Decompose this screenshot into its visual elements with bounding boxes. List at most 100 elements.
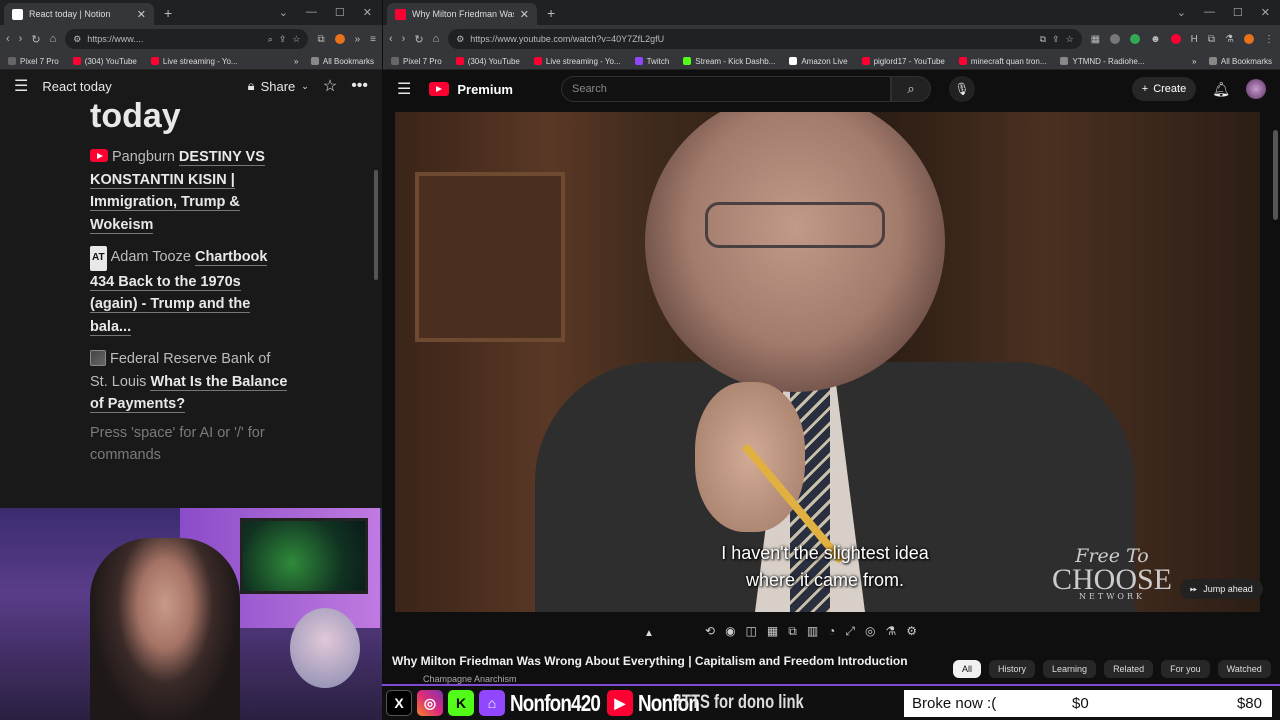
instagram-icon: ◎	[417, 690, 443, 716]
avatar[interactable]	[1246, 79, 1266, 99]
chip-related[interactable]: Related	[1104, 660, 1154, 678]
bookmark-item[interactable]: Pixel 7 Pro	[391, 57, 442, 66]
favorite-star-icon[interactable]: ☆	[323, 76, 337, 96]
home-icon[interactable]: ⌂	[50, 33, 57, 45]
bookmark-item[interactable]: Live streaming - Yo...	[150, 57, 238, 66]
puzzle-icon[interactable]: ⧉	[1208, 34, 1215, 45]
screenshot-icon[interactable]: ◎	[865, 624, 875, 639]
chip-all[interactable]: All	[953, 660, 982, 678]
extension-icon[interactable]: ☻	[1150, 34, 1161, 45]
close-tab-icon[interactable]: ✕	[520, 8, 529, 21]
bookmark-star-icon[interactable]: ☆	[292, 34, 300, 45]
bookmark-item[interactable]: Pixel 7 Pro	[8, 57, 59, 66]
all-bookmarks[interactable]: » All Bookmarks	[294, 57, 374, 66]
maximize-icon[interactable]: ☐	[335, 6, 345, 19]
bookmark-item[interactable]: Stream - Kick Dashb...	[683, 57, 775, 66]
search-input[interactable]: Search	[560, 76, 891, 102]
profile-icon[interactable]	[1244, 33, 1254, 44]
page-title[interactable]: today	[90, 96, 292, 136]
extension-icon[interactable]: ▦	[1091, 34, 1100, 45]
audio-icon[interactable]: ◉	[725, 624, 735, 639]
extension-icon[interactable]: H	[1191, 34, 1198, 45]
gear-icon[interactable]: ⚙	[906, 624, 917, 639]
reload-icon[interactable]: ↻	[414, 33, 423, 46]
scrollbar[interactable]	[374, 170, 378, 280]
bookmark-item[interactable]: YTMND - Radiohe...	[1060, 57, 1145, 66]
bookmark-item[interactable]: piglord17 - YouTube	[861, 57, 945, 66]
bookmark-item[interactable]: Twitch	[634, 57, 669, 66]
guide-menu-icon[interactable]: ☰	[397, 79, 411, 99]
cinema-icon[interactable]: ◫	[746, 624, 757, 639]
extension-icon[interactable]	[1130, 33, 1141, 44]
bookmark-item[interactable]: Amazon Live	[789, 57, 848, 66]
chip-watched[interactable]: Watched	[1217, 660, 1271, 678]
close-window-icon[interactable]: ✕	[363, 6, 372, 19]
youtube-extension-icon[interactable]	[1170, 33, 1181, 44]
menu-icon[interactable]: ≡	[370, 34, 376, 45]
create-button[interactable]: + Create	[1131, 77, 1197, 101]
bookmark-star-icon[interactable]: ☆	[1066, 34, 1074, 45]
sidebar-toggle-icon[interactable]: ☰	[14, 76, 28, 96]
close-window-icon[interactable]: ✕	[1261, 6, 1270, 19]
bookmark-item[interactable]: minecraft quan tron...	[958, 57, 1046, 66]
share-button[interactable]: 🔒︎ Share ⌄	[248, 78, 309, 94]
new-tab-icon[interactable]: +	[547, 5, 555, 21]
back-icon[interactable]: ‹	[6, 33, 10, 45]
all-bookmarks[interactable]: » All Bookmarks	[1192, 57, 1272, 66]
calendar-icon[interactable]: ▦	[767, 624, 778, 639]
chip-for-you[interactable]: For you	[1161, 660, 1210, 678]
maximize-icon[interactable]: ☐	[1233, 6, 1243, 19]
page-breadcrumb[interactable]: React today	[42, 79, 111, 94]
forward-icon[interactable]: ›	[19, 33, 23, 45]
browser-toolbar: ‹ › ↻ ⌂ ⚙ https://www.... ⌕ ⇪ ☆ ⧉ » ≡	[0, 25, 382, 53]
scrollbar[interactable]	[1273, 130, 1278, 220]
install-icon[interactable]: ⧉	[1040, 34, 1046, 45]
empty-block-placeholder[interactable]: Press 'space' for AI or '/' for commands	[90, 422, 292, 467]
video-player[interactable]: I haven't the slightest idea where it ca…	[395, 112, 1260, 612]
youtube-logo[interactable]: Premium	[429, 82, 513, 97]
minimize-icon[interactable]: —	[306, 6, 317, 19]
tab-notion[interactable]: React today | Notion ✕	[4, 3, 154, 25]
flask-icon[interactable]: ⚗	[886, 624, 897, 639]
site-info-icon[interactable]: ⚙	[73, 34, 81, 45]
popout-icon[interactable]: ⤢	[845, 624, 855, 639]
share-page-icon[interactable]: ⇪	[279, 34, 287, 45]
site-info-icon[interactable]: ⚙	[456, 34, 464, 45]
close-tab-icon[interactable]: ✕	[137, 8, 146, 21]
zoom-icon[interactable]: ⌕	[268, 34, 273, 45]
home-icon[interactable]: ⌂	[433, 33, 440, 45]
address-bar[interactable]: ⚙ https://www.youtube.com/watch?v=40Y7Zf…	[448, 29, 1082, 49]
chip-learning[interactable]: Learning	[1043, 660, 1097, 678]
menu-icon[interactable]: ⋮	[1264, 34, 1274, 45]
new-tab-icon[interactable]: +	[164, 5, 172, 21]
back-icon[interactable]: ‹	[389, 33, 393, 45]
reload-icon[interactable]: ↻	[31, 33, 40, 46]
eyeglasses	[705, 202, 885, 248]
more-options-icon[interactable]: •••	[351, 77, 368, 95]
jump-ahead-button[interactable]: ⏩︎ Jump ahead	[1180, 579, 1263, 599]
chip-history[interactable]: History	[989, 660, 1036, 678]
address-bar[interactable]: ⚙ https://www.... ⌕ ⇪ ☆	[65, 29, 309, 49]
loop-icon[interactable]: ⟲	[705, 624, 715, 639]
pip-icon[interactable]: ⧉	[788, 624, 797, 639]
bookmark-item[interactable]: (304) YouTube	[72, 57, 137, 66]
extension-icon[interactable]	[1110, 33, 1121, 44]
speed-icon[interactable]: ◔	[828, 624, 835, 639]
channel-name[interactable]: Champagne Anarchism	[423, 674, 517, 684]
notifications-bell-icon[interactable]: 🔔︎	[1212, 81, 1230, 98]
more-icon[interactable]: »	[355, 34, 361, 45]
microphone-icon[interactable]: 🎙︎	[948, 76, 975, 102]
bookmark-item[interactable]: Live streaming - Yo...	[533, 57, 621, 66]
extension-icon[interactable]: ⧉	[317, 34, 324, 45]
grid-icon[interactable]: ▥	[807, 624, 818, 639]
search-icon[interactable]: ⌕	[890, 76, 931, 102]
forward-icon[interactable]: ›	[402, 33, 406, 45]
share-page-icon[interactable]: ⇪	[1052, 34, 1060, 45]
extension-icon[interactable]: ⚗	[1225, 34, 1234, 45]
minimize-icon[interactable]: —	[1204, 6, 1215, 19]
bookmark-item[interactable]: (304) YouTube	[455, 57, 520, 66]
tab-youtube[interactable]: Why Milton Friedman Was Wro ✕	[387, 3, 537, 25]
profile-icon[interactable]	[334, 33, 345, 44]
tab-search-icon[interactable]: ⌄	[279, 6, 288, 19]
tab-search-icon[interactable]: ⌄	[1177, 6, 1186, 19]
